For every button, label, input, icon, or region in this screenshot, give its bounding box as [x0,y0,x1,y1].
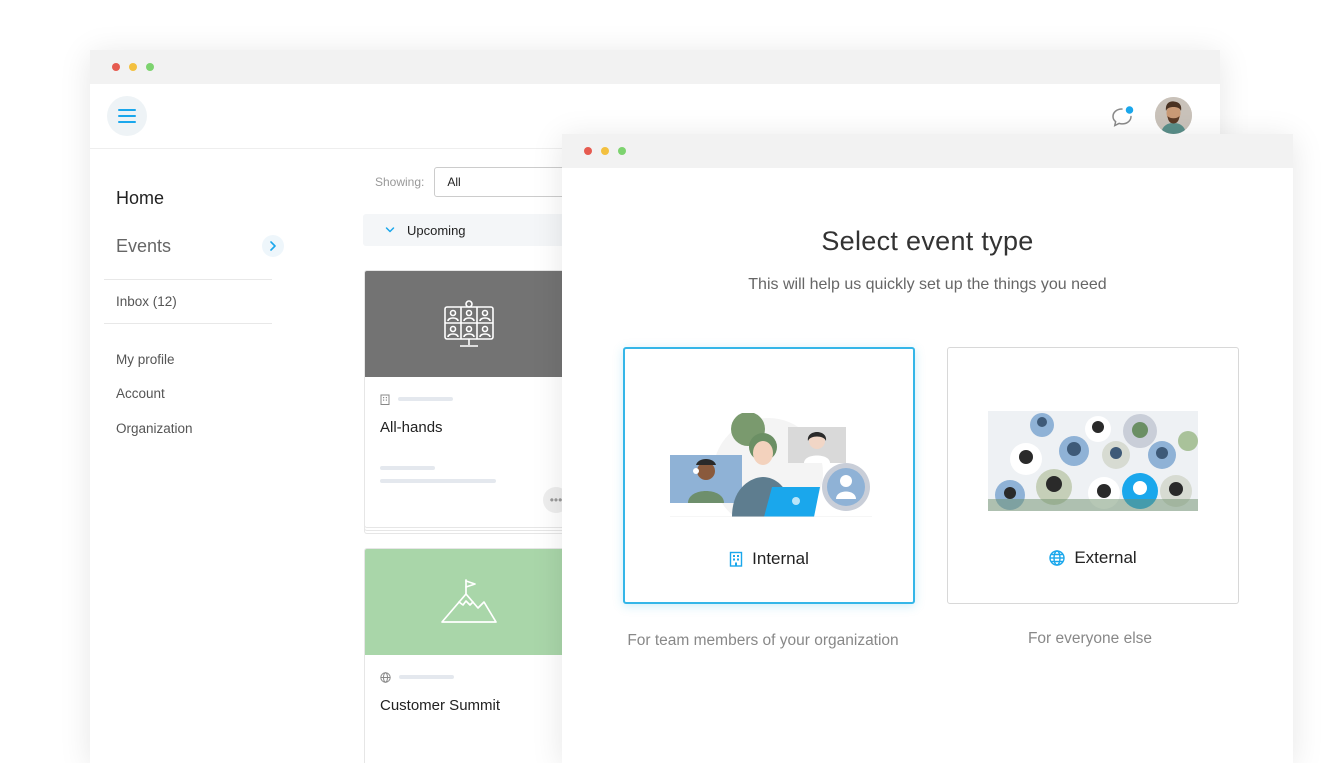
chat-bubble-icon [1112,104,1135,127]
card-body: All-hands [365,377,573,499]
external-option-description: For everyone else [1027,630,1153,647]
maximize-window-button[interactable] [618,147,626,155]
internal-option-card[interactable]: Internal [623,347,915,604]
sidebar-item-home[interactable]: Home [116,186,284,226]
card-hero [365,271,573,377]
close-window-button[interactable] [112,63,120,71]
text-placeholder [380,479,496,483]
globe-icon [380,671,391,683]
sidebar-item-events[interactable]: Events [116,226,284,266]
card-title: All-hands [380,419,443,436]
event-card[interactable]: All-hands ••• [364,270,574,528]
sidebar-item-inbox[interactable]: Inbox (12) [116,294,284,309]
minimize-window-button[interactable] [601,147,609,155]
chevron-right-icon [270,241,276,251]
hamburger-icon [118,109,136,123]
chevron-down-icon [385,227,395,233]
sidebar-item-label: Events [116,235,172,256]
option-label-text: Internal [752,549,809,568]
filter-label: Showing: [375,175,425,189]
notifications-button[interactable] [1110,104,1136,130]
text-placeholder [380,466,435,470]
building-icon [380,394,390,405]
event-card[interactable]: Customer Summit [364,548,574,763]
crowd-illustration [988,411,1198,511]
meta-placeholder [399,675,454,679]
filter-bar: Showing: All [375,167,575,197]
filter-select[interactable]: All [434,167,575,197]
close-window-button[interactable] [584,147,592,155]
maximize-window-button[interactable] [146,63,154,71]
sidebar-nav: Home Events Inbox (12) My profile Accoun… [104,186,284,436]
upcoming-section-toggle[interactable]: Upcoming [363,214,573,246]
upcoming-label: Upcoming [407,222,466,238]
select-event-type-window: Select event type This will help us quic… [562,134,1293,763]
option-label-text: External [1074,548,1137,567]
expand-events-button[interactable] [262,235,284,257]
hamburger-menu-button[interactable] [107,96,147,136]
sidebar-item-organization[interactable]: Organization [116,421,284,436]
window-titlebar [562,134,1293,168]
more-dots-icon: ••• [549,493,563,507]
card-meta [380,393,558,405]
external-option-card[interactable]: External [947,347,1239,604]
card-hero [365,549,573,655]
option-label: Internal [625,549,913,569]
window-titlebar [90,50,1220,84]
mountain-flag-icon [441,579,497,623]
user-avatar[interactable] [1155,97,1192,134]
internal-option-description: For team members of your organization [627,632,899,649]
team-video-call-illustration [670,413,872,517]
video-conference-icon [444,300,494,347]
modal-subtitle: This will help us quickly set up the thi… [748,276,1107,293]
card-title: Customer Summit [380,697,501,714]
card-body: Customer Summit [365,655,573,730]
building-icon [729,551,743,567]
modal-title: Select event type [821,226,1034,256]
card-meta [380,671,558,683]
option-label: External [948,548,1238,568]
sidebar-item-account[interactable]: Account [116,386,284,401]
minimize-window-button[interactable] [129,63,137,71]
meta-placeholder [398,397,453,401]
sidebar-item-my-profile[interactable]: My profile [116,352,284,367]
globe-icon [1049,550,1066,566]
